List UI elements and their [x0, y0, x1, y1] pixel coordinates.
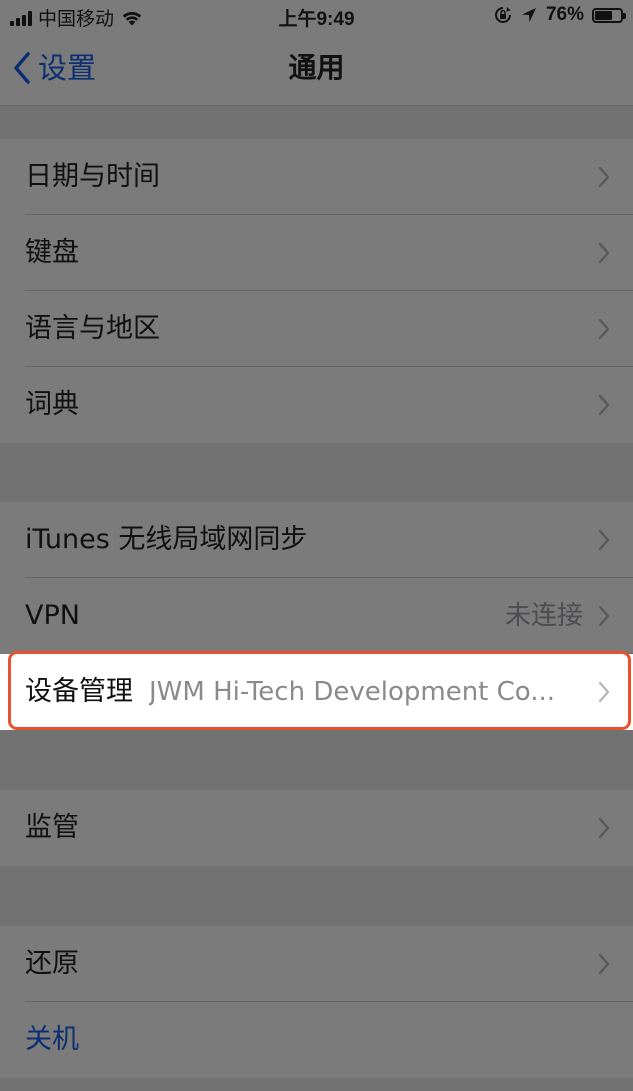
status-right: 76%	[494, 4, 626, 26]
row-label: 还原	[25, 948, 79, 979]
chevron-right-icon	[598, 394, 610, 416]
rotation-lock-icon	[494, 7, 511, 23]
chevron-right-icon	[598, 681, 610, 703]
battery-icon	[592, 7, 626, 23]
status-bar: 中国移动 上午9:49 76%	[0, 0, 633, 32]
chevron-right-icon	[598, 318, 610, 340]
row-label: 日期与时间	[25, 161, 160, 192]
battery-percent: 76%	[545, 4, 584, 25]
settings-group-2: iTunes 无线局域网同步 VPN 未连接 设备管理 JWM Hi-Tech …	[0, 502, 633, 730]
row-vpn[interactable]: VPN 未连接	[0, 578, 633, 654]
chevron-right-icon	[598, 242, 610, 264]
row-dictionary[interactable]: 词典	[0, 367, 633, 443]
row-label: iTunes 无线局域网同步	[25, 524, 308, 555]
row-date-time[interactable]: 日期与时间	[0, 139, 633, 215]
row-itunes-wifi-sync[interactable]: iTunes 无线局域网同步	[0, 502, 633, 578]
battery-fill	[595, 10, 613, 20]
settings-group-1: 日期与时间 键盘 语言与地区 词典	[0, 139, 633, 443]
chevron-right-icon	[598, 166, 610, 188]
row-label: 键盘	[25, 237, 79, 268]
row-device-management[interactable]: 设备管理 JWM Hi-Tech Development Co...	[0, 654, 633, 730]
chevron-right-icon	[598, 817, 610, 839]
row-reset[interactable]: 还原	[0, 926, 633, 1002]
vpn-status-value: 未连接	[504, 601, 583, 631]
location-icon	[521, 8, 536, 22]
settings-group-3: 监管	[0, 790, 633, 866]
row-label: 监管	[25, 812, 79, 843]
row-label: VPN	[25, 600, 80, 631]
row-label: 设备管理	[25, 676, 133, 707]
chevron-right-icon	[598, 605, 610, 627]
chevron-right-icon	[598, 953, 610, 975]
row-label: 语言与地区	[25, 313, 160, 344]
shut-down-label: 关机	[25, 1024, 79, 1055]
row-supervision[interactable]: 监管	[0, 790, 633, 866]
row-label: 词典	[25, 389, 79, 420]
row-keyboard[interactable]: 键盘	[0, 215, 633, 291]
row-shut-down[interactable]: 关机	[0, 1002, 633, 1078]
device-management-value: JWM Hi-Tech Development Co...	[149, 677, 556, 707]
settings-group-4: 还原 关机	[0, 926, 633, 1078]
page-title: 通用	[288, 51, 345, 84]
navigation-bar: 设置 通用	[0, 32, 633, 106]
row-language-region[interactable]: 语言与地区	[0, 291, 633, 367]
chevron-right-icon	[598, 529, 610, 551]
